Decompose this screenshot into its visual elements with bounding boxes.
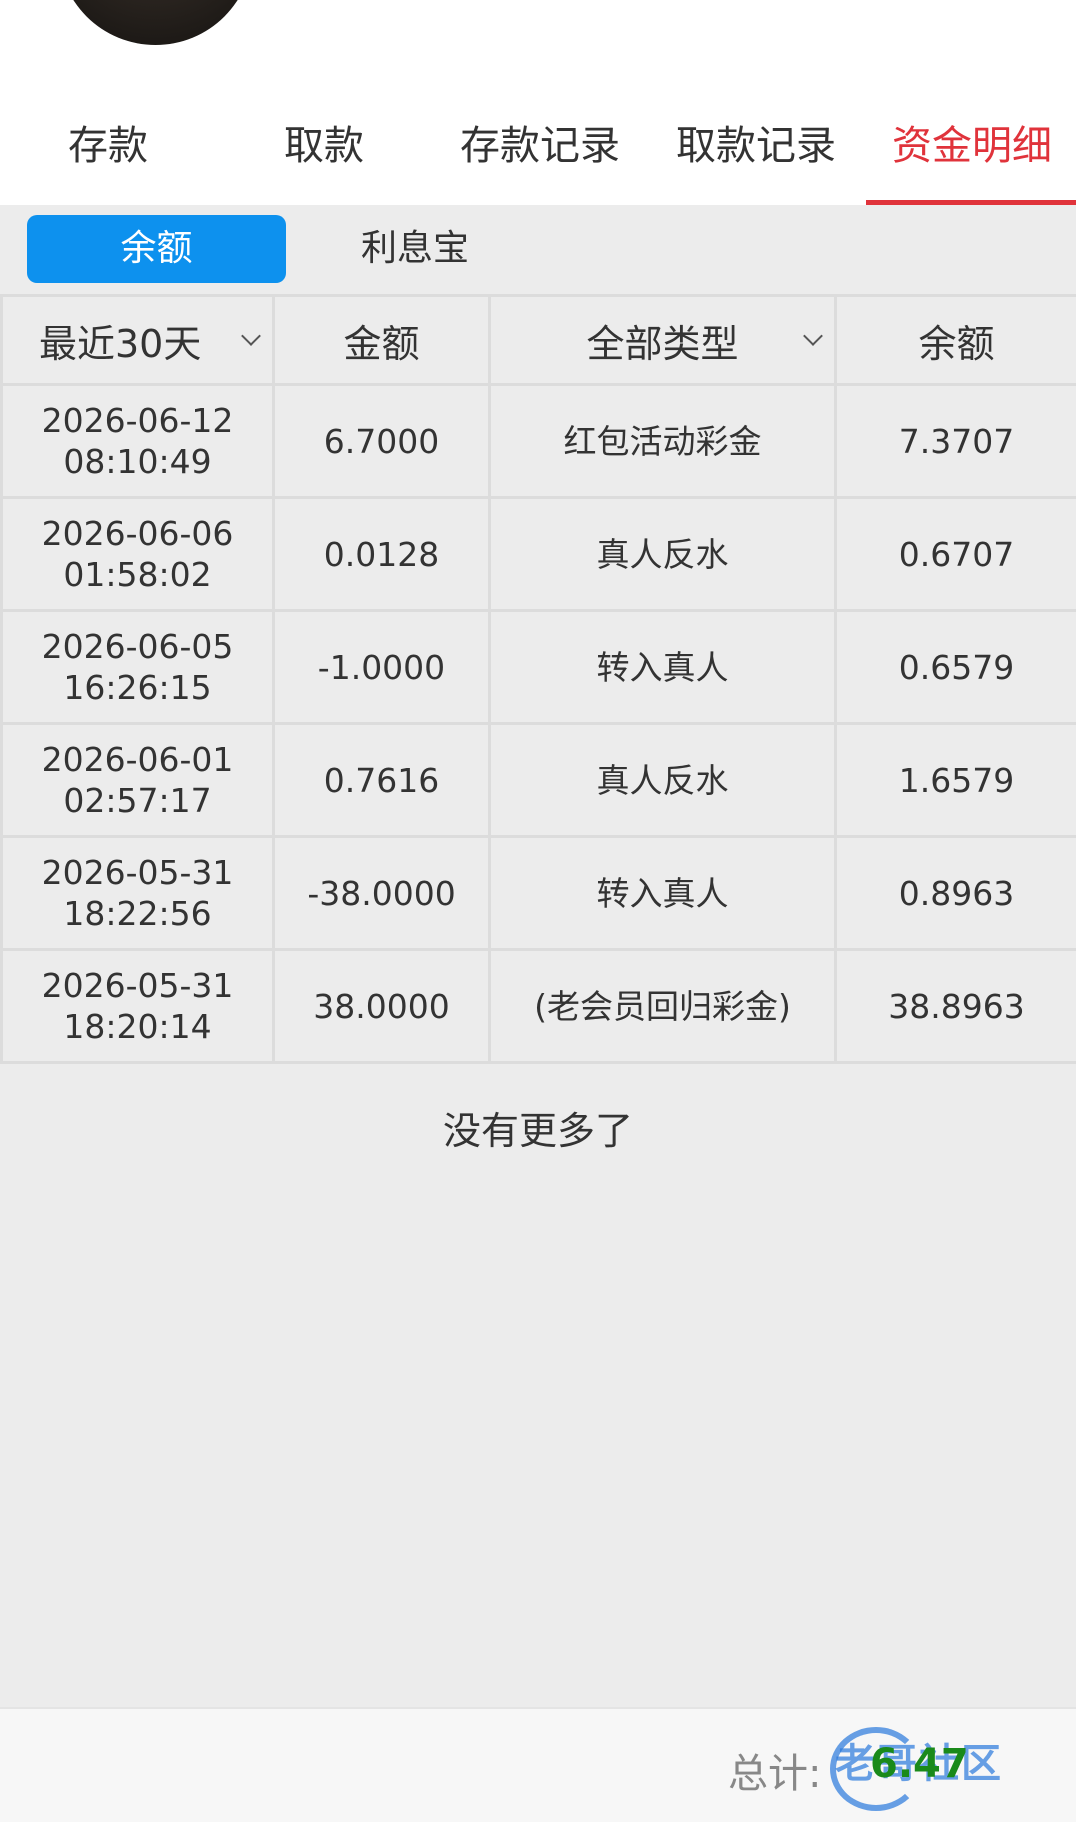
- table-row: 2026-05-3118:22:56 -38.0000 转入真人 0.8963: [2, 837, 1076, 950]
- chevron-down-icon: [241, 326, 261, 346]
- cell-type: 转入真人: [490, 837, 836, 950]
- cell-balance: 7.3707: [836, 385, 1076, 498]
- no-more-text: 没有更多了: [0, 1100, 1076, 1155]
- cell-date: 2026-06-06: [4, 513, 271, 554]
- cell-balance: 0.6707: [836, 498, 1076, 611]
- total-value: 6.47: [870, 1741, 969, 1787]
- cell-datetime: 2026-06-0601:58:02: [2, 498, 274, 611]
- cell-time: 18:20:14: [4, 1006, 271, 1047]
- cell-datetime: 2026-05-3118:22:56: [2, 837, 274, 950]
- column-header-balance: 余额: [836, 296, 1076, 385]
- cell-type: 转入真人: [490, 611, 836, 724]
- column-header-amount: 金额: [274, 296, 490, 385]
- cell-time: 08:10:49: [4, 441, 271, 482]
- cell-amount: -38.0000: [274, 837, 490, 950]
- cell-date: 2026-05-31: [4, 965, 271, 1006]
- filter-type[interactable]: 全部类型: [490, 296, 836, 385]
- filter-type-label: 全部类型: [586, 322, 738, 366]
- cell-type: 真人反水: [490, 724, 836, 837]
- cell-amount: 38.0000: [274, 950, 490, 1063]
- tab-withdraw-records[interactable]: 取款记录: [648, 105, 864, 205]
- subtab-interest[interactable]: 利息宝: [290, 215, 540, 283]
- footer-bar: 总计: 老哥社区 6.47: [0, 1707, 1076, 1822]
- tab-withdraw[interactable]: 取款: [216, 105, 432, 205]
- subtab-balance[interactable]: 余额: [27, 215, 286, 283]
- cell-amount: 0.0128: [274, 498, 490, 611]
- cell-time: 01:58:02: [4, 554, 271, 595]
- cell-balance: 0.6579: [836, 611, 1076, 724]
- table-row: 2026-06-0601:58:02 0.0128 真人反水 0.6707: [2, 498, 1076, 611]
- chevron-down-icon: [803, 326, 823, 346]
- cell-date: 2026-05-31: [4, 852, 271, 893]
- cell-date: 2026-06-05: [4, 626, 271, 667]
- cell-type: 真人反水: [490, 498, 836, 611]
- cell-datetime: 2026-06-0102:57:17: [2, 724, 274, 837]
- cell-time: 02:57:17: [4, 780, 271, 821]
- cell-amount: -1.0000: [274, 611, 490, 724]
- fund-details-table: 最近30天 金额 全部类型 余额 2026-06-1208:10:49 6.70…: [0, 294, 1076, 1064]
- cell-amount: 6.7000: [274, 385, 490, 498]
- filter-date-range[interactable]: 最近30天: [2, 296, 274, 385]
- cell-datetime: 2026-05-3118:20:14: [2, 950, 274, 1063]
- cell-balance: 0.8963: [836, 837, 1076, 950]
- tab-fund-details[interactable]: 资金明细: [864, 105, 1076, 205]
- subtab-bar: 余额 利息宝: [0, 205, 1076, 295]
- total-label: 总计:: [728, 1741, 821, 1799]
- cell-date: 2026-06-12: [4, 400, 271, 441]
- table-header-row: 最近30天 金额 全部类型 余额: [2, 296, 1076, 385]
- avatar[interactable]: [58, 0, 253, 45]
- cell-time: 16:26:15: [4, 667, 271, 708]
- cell-datetime: 2026-06-1208:10:49: [2, 385, 274, 498]
- cell-time: 18:22:56: [4, 893, 271, 934]
- cell-date: 2026-06-01: [4, 739, 271, 780]
- cell-type: (老会员回归彩金): [490, 950, 836, 1063]
- cell-amount: 0.7616: [274, 724, 490, 837]
- cell-balance: 1.6579: [836, 724, 1076, 837]
- tab-deposit-records[interactable]: 存款记录: [432, 105, 648, 205]
- tab-deposit[interactable]: 存款: [0, 105, 216, 205]
- cell-balance: 38.8963: [836, 950, 1076, 1063]
- table-row: 2026-05-3118:20:14 38.0000 (老会员回归彩金) 38.…: [2, 950, 1076, 1063]
- table-row: 2026-06-0516:26:15 -1.0000 转入真人 0.6579: [2, 611, 1076, 724]
- table-row: 2026-06-0102:57:17 0.7616 真人反水 1.6579: [2, 724, 1076, 837]
- tab-bar: 存款 取款 存款记录 取款记录 资金明细: [0, 105, 1076, 205]
- cell-datetime: 2026-06-0516:26:15: [2, 611, 274, 724]
- filter-date-range-label: 最近30天: [39, 322, 201, 366]
- table-row: 2026-06-1208:10:49 6.7000 红包活动彩金 7.3707: [2, 385, 1076, 498]
- cell-type: 红包活动彩金: [490, 385, 836, 498]
